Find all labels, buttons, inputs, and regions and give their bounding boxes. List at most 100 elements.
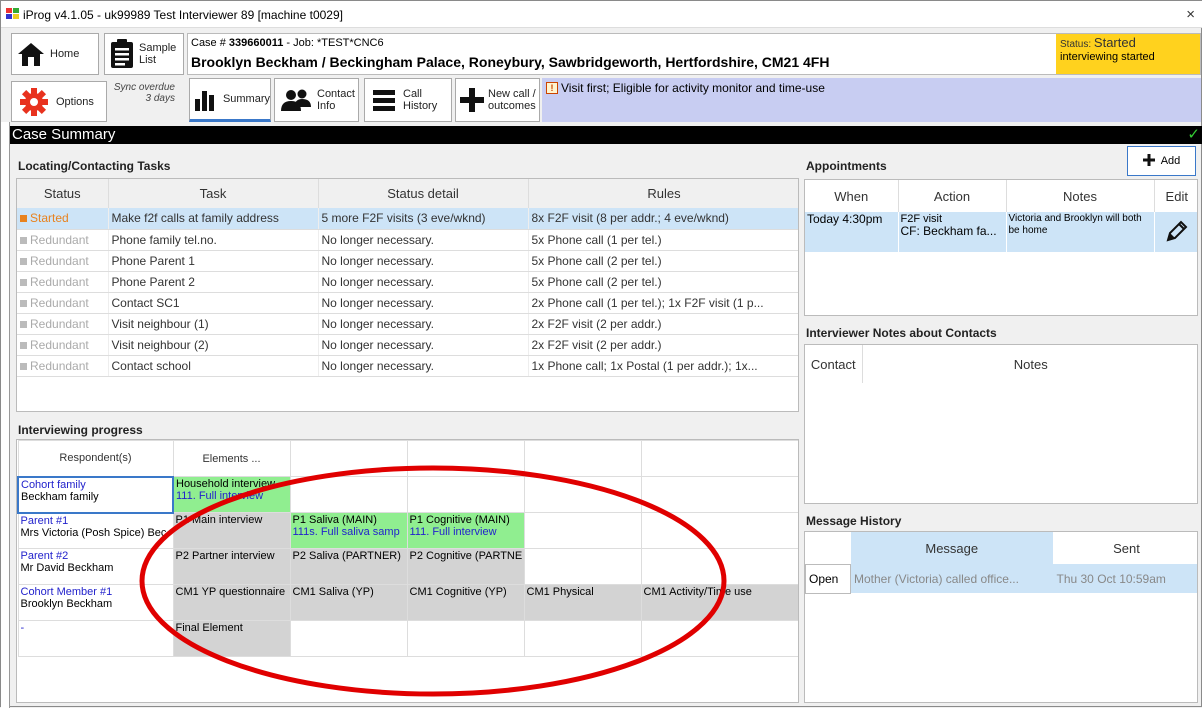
appointment-notes: Victoria and Brooklyn will both be home [1006,212,1155,252]
element-cell[interactable]: P1 Saliva (MAIN) 111s. Full saliva samp [289,512,408,549]
element-cell[interactable]: Household interview 111. Full interview [172,476,291,513]
element-cell[interactable]: Final Element [172,620,291,657]
task-rules: 5x Phone call (2 per tel.) [528,250,798,272]
table-row[interactable]: Started Make f2f calls at family address 5… [17,208,798,230]
element-cell[interactable]: CM1 Cognitive (YP) [406,584,525,621]
element-cell[interactable]: P2 Saliva (PARTNER) [289,548,408,585]
home-label: Home [50,48,80,60]
clipboard-icon [105,34,139,74]
new-call-button[interactable]: New call / outcomes [455,78,540,122]
title-bar: iProg v4.1.05 - uk99989 Test Interviewer… [1,1,1202,28]
table-row[interactable]: Redundant Contact school No longer necessa… [17,355,798,377]
task-status: Redundant [17,271,109,293]
element-cell[interactable] [289,476,408,513]
element-cell[interactable] [640,512,798,549]
respondent-cell[interactable]: Cohort Member #1 Brooklyn Beckham [17,584,174,621]
col-notes[interactable]: Notes [862,345,1197,383]
messages-title: Message History [806,514,902,528]
list-icon [365,80,403,120]
col-rules[interactable]: Rules [528,179,798,208]
progress-row[interactable]: Cohort Member #1 Brooklyn Beckham CM1 YP q… [17,584,798,621]
respondent-role: Parent #2 [20,550,69,562]
contact-info-button[interactable]: Contact Info [274,78,359,122]
progress-header-row: Respondent(s) Elements ... [17,440,798,477]
respondent-cell[interactable]: Cohort family Beckham family [17,475,174,514]
element-cell[interactable] [406,620,525,657]
element-name: P2 Cognitive (PARTNE [409,550,522,562]
element-cell[interactable] [640,620,798,657]
element-cell[interactable] [406,476,525,513]
element-cell[interactable] [523,476,642,513]
appointment-row[interactable]: Today 4:30pm F2F visit CF: Beckham fa... … [805,212,1197,252]
table-row[interactable]: Redundant Visit neighbour (2) No longer ne… [17,334,798,356]
options-button[interactable]: Options [11,81,107,122]
page-title: Case Summary ✓ [10,126,1202,144]
col-action[interactable]: Action [898,180,1007,212]
element-cell[interactable] [640,548,798,585]
respondent-cell[interactable]: - [17,620,174,657]
summary-button[interactable]: Summary [189,78,271,122]
progress-row[interactable]: Cohort family Beckham family Household int… [17,475,798,514]
case-header: Case # 339660011 - Job: *TEST*CNC6 Brook… [187,33,1201,75]
col-contact[interactable]: Contact [805,345,863,383]
col-when[interactable]: When [805,180,899,212]
col-edit[interactable]: Edit [1154,180,1197,212]
progress-row[interactable]: Parent #2 Mr David Beckham P2 Partner inte… [17,548,798,585]
table-row[interactable]: Redundant Phone family tel.no. No longer n… [17,229,798,251]
tasks-header-row: Status Task Status detail Rules [17,179,798,208]
messages-table: Message Sent Open Mother (Victoria) called… [805,532,1197,594]
call-history-button[interactable]: Call History [364,78,452,122]
sample-list-button[interactable]: Sample List [104,33,184,75]
element-cell[interactable] [523,620,642,657]
element-cell[interactable]: P1 Cognitive (MAIN) 111. Full interview [406,512,525,549]
page-title-text: Case Summary [12,126,116,143]
table-row[interactable]: Redundant Phone Parent 1 No longer necessa… [17,250,798,272]
respondent-cell[interactable]: Parent #2 Mr David Beckham [17,548,174,585]
element-cell[interactable]: P1 Main interview [172,512,291,549]
element-cell[interactable] [523,548,642,585]
progress-row[interactable]: Parent #1 Mrs Victoria (Posh Spice) Bec P1… [17,512,798,549]
element-cell[interactable]: CM1 Saliva (YP) [289,584,408,621]
table-row[interactable]: Redundant Contact SC1 No longer necessary.… [17,292,798,314]
edit-cell[interactable] [1154,212,1197,252]
element-cell[interactable]: P2 Partner interview [172,548,291,585]
col-elements[interactable]: Elements ... [172,440,291,477]
open-message-button[interactable]: Open [805,563,851,594]
element-cell[interactable]: CM1 Physical [523,584,642,621]
task-status: Redundant [17,313,109,335]
element-cell[interactable] [289,620,408,657]
close-icon[interactable]: × [1186,6,1195,23]
col-sent[interactable]: Sent [1053,532,1197,564]
add-appointment-button[interactable]: Add [1127,146,1196,176]
respondent-cell[interactable]: Parent #1 Mrs Victoria (Posh Spice) Bec [17,512,174,549]
pencil-icon[interactable] [1165,219,1189,243]
task-status-text: Redundant [30,337,89,352]
respondent-name: Mr David Beckham [20,562,114,574]
case-number-line: Case # 339660011 - Job: *TEST*CNC6 [191,37,384,49]
col-task[interactable]: Task [108,179,319,208]
element-cell[interactable]: CM1 Activity/Time use [640,584,798,621]
home-button[interactable]: Home [11,33,99,75]
element-cell[interactable] [523,512,642,549]
table-row[interactable]: Redundant Phone Parent 2 No longer necessa… [17,271,798,293]
col-message[interactable]: Message [850,532,1054,564]
task-detail: No longer necessary. [318,313,529,335]
message-row[interactable]: Open Mother (Victoria) called office... Th… [805,563,1197,594]
col-status-detail[interactable]: Status detail [318,179,529,208]
task-rules: 2x F2F visit (2 per addr.) [528,313,798,335]
progress-table: Respondent(s) Elements ... Cohort family B… [17,440,798,657]
element-cell[interactable]: CM1 YP questionnaire [172,584,291,621]
respondent-role: - [20,622,25,634]
element-name: CM1 Saliva (YP) [292,586,374,598]
col-notes[interactable]: Notes [1006,180,1155,212]
col-respondents[interactable]: Respondent(s) [17,440,174,477]
element-cell[interactable]: P2 Cognitive (PARTNE [406,548,525,585]
task-detail: No longer necessary. [318,229,529,251]
table-row[interactable]: Redundant Visit neighbour (1) No longer ne… [17,313,798,335]
element-cell[interactable] [640,476,798,513]
progress-row[interactable]: - Final Element [17,620,798,657]
element-name: CM1 Activity/Time use [643,586,752,598]
col-status[interactable]: Status [17,179,109,208]
element-outcome: 111. Full interview [176,490,264,502]
task-status-text: Redundant [30,253,89,268]
